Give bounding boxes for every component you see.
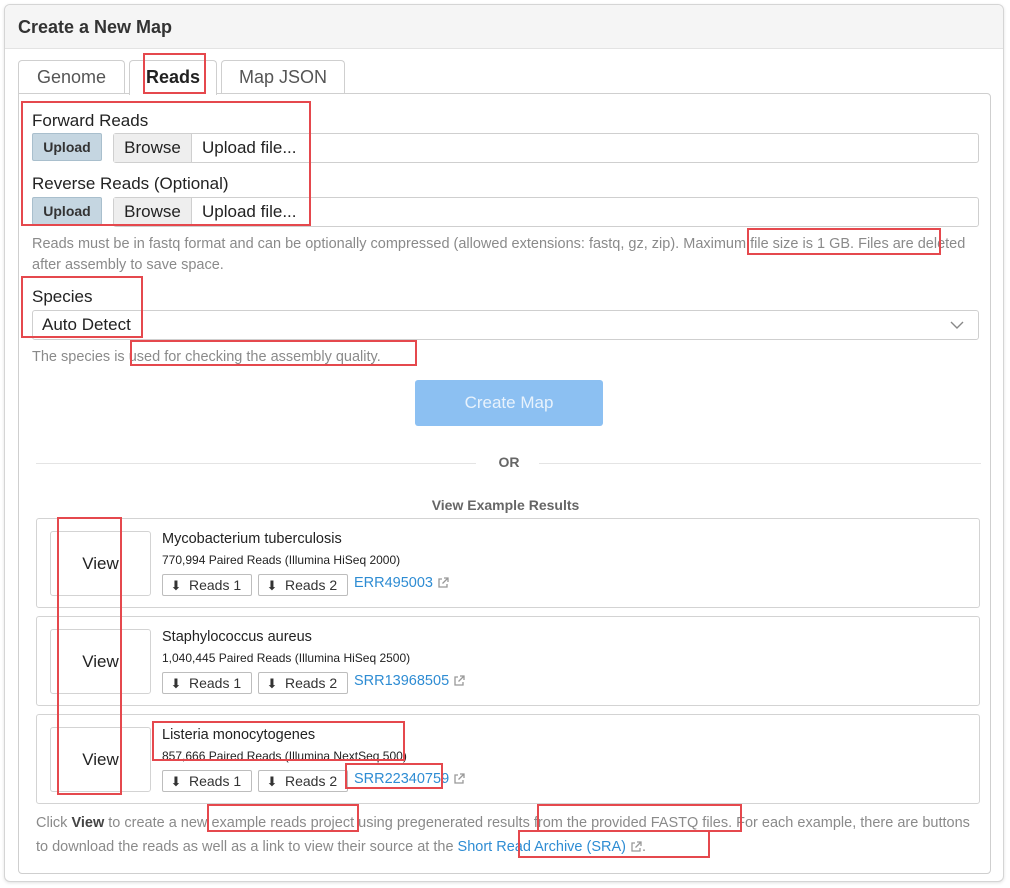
forward-upload-button[interactable]: Upload <box>32 133 102 161</box>
species-select[interactable]: Auto Detect <box>32 310 979 340</box>
view-example-button[interactable]: View <box>50 727 151 792</box>
example-species-name: Staphylococcus aureus <box>162 629 312 645</box>
view-example-button[interactable]: View <box>50 531 151 596</box>
example-card: View Staphylococcus aureus 1,040,445 Pai… <box>36 616 980 706</box>
download-arrow-icon: ⬇ <box>266 774 278 789</box>
reads-help-text: Reads must be in fastq format and can be… <box>32 236 966 273</box>
create-map-button[interactable]: Create Map <box>415 380 603 426</box>
forward-file-input[interactable]: Browse Upload file... <box>113 133 979 163</box>
example-reads-info: 857,666 Paired Reads (Illumina NextSeq 5… <box>162 749 407 763</box>
examples-help-text: Click View to create a new example reads… <box>36 815 970 855</box>
example-card: View Listeria monocytogenes 857,666 Pair… <box>36 714 980 804</box>
example-species-name: Listeria monocytogenes <box>162 727 316 743</box>
forward-browse-button[interactable]: Browse <box>114 134 192 162</box>
download-reads2-button[interactable]: ⬇ Reads 2 <box>258 574 348 596</box>
external-link-icon <box>454 773 465 784</box>
species-label: Species <box>32 287 93 306</box>
accession-link[interactable]: SRR22340759 <box>354 771 465 787</box>
forward-file-placeholder: Upload file... <box>202 138 297 157</box>
create-map-card: Create a New Map Genome Reads Map JSON F… <box>4 4 1004 882</box>
example-card: View Mycobacterium tuberculosis 770,994 … <box>36 518 980 608</box>
species-help-text: The species is used for checking the ass… <box>32 349 381 365</box>
download-arrow-icon: ⬇ <box>170 578 182 593</box>
tab-map-json[interactable]: Map JSON <box>221 60 345 94</box>
download-reads1-button[interactable]: ⬇ Reads 1 <box>162 574 252 596</box>
example-species-name: Mycobacterium tuberculosis <box>162 531 342 547</box>
accession-link[interactable]: SRR13968505 <box>354 673 465 689</box>
external-link-icon <box>454 675 465 686</box>
download-reads2-button[interactable]: ⬇ Reads 2 <box>258 770 348 792</box>
download-reads1-button[interactable]: ⬇ Reads 1 <box>162 672 252 694</box>
download-arrow-icon: ⬇ <box>266 578 278 593</box>
external-link-icon <box>631 841 642 852</box>
tab-reads[interactable]: Reads <box>129 60 217 95</box>
download-arrow-icon: ⬇ <box>170 774 182 789</box>
example-results-title: View Example Results <box>431 497 580 513</box>
reverse-browse-button[interactable]: Browse <box>114 198 192 226</box>
species-selected-value: Auto Detect <box>42 315 131 334</box>
download-arrow-icon: ⬇ <box>266 676 278 691</box>
reverse-reads-row: Upload Browse Upload file... <box>32 197 979 227</box>
example-reads-info: 1,040,445 Paired Reads (Illumina HiSeq 2… <box>162 651 411 665</box>
forward-reads-label: Forward Reads <box>32 111 149 130</box>
divider-right <box>539 463 981 464</box>
download-arrow-icon: ⬇ <box>170 676 182 691</box>
reverse-file-input[interactable]: Browse Upload file... <box>113 197 979 227</box>
page-title: Create a New Map <box>5 5 1003 49</box>
accession-link[interactable]: ERR495003 <box>354 575 449 591</box>
reverse-file-placeholder: Upload file... <box>202 202 297 221</box>
view-example-button[interactable]: View <box>50 629 151 694</box>
reverse-upload-button[interactable]: Upload <box>32 197 102 225</box>
reverse-reads-label: Reverse Reads (Optional) <box>32 174 229 193</box>
tab-genome[interactable]: Genome <box>18 60 125 94</box>
or-label: OR <box>498 454 520 470</box>
download-reads1-button[interactable]: ⬇ Reads 1 <box>162 770 252 792</box>
external-link-icon <box>438 577 449 588</box>
forward-reads-row: Upload Browse Upload file... <box>32 133 979 163</box>
chevron-down-icon <box>950 321 964 329</box>
download-reads2-button[interactable]: ⬇ Reads 2 <box>258 672 348 694</box>
divider-left <box>36 463 476 464</box>
example-reads-info: 770,994 Paired Reads (Illumina HiSeq 200… <box>162 553 401 567</box>
sra-link[interactable]: Short Read Archive (SRA) <box>458 839 642 855</box>
reads-panel: Forward Reads Upload Browse Upload file.… <box>18 93 991 874</box>
